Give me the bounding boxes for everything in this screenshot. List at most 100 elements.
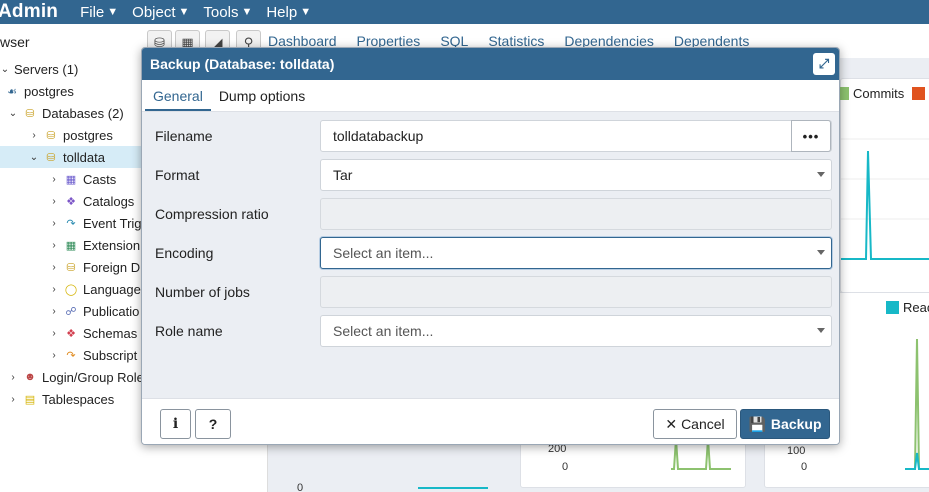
legend-reads: Reac xyxy=(886,300,929,315)
tree-item-db-postgres[interactable]: › ⛁ postgres xyxy=(29,124,113,146)
format-value: Tar xyxy=(333,167,353,183)
tree-item-servers[interactable]: ⌄ Servers (1) xyxy=(0,58,79,80)
tree-item-label: tolldata xyxy=(63,149,105,165)
menu-tools[interactable]: Tools ▼ xyxy=(203,4,252,21)
help-button[interactable]: ? xyxy=(195,409,231,439)
chevron-right-icon[interactable]: › xyxy=(29,130,39,141)
tree-item-languages[interactable]: › ◯ Language xyxy=(49,278,141,300)
row-role: Role name Select an item... xyxy=(142,315,839,349)
tree-item-label: Language xyxy=(83,281,141,297)
tree-item-server-postgres[interactable]: ☙ postgres xyxy=(4,80,74,102)
commits-series-line xyxy=(841,150,929,260)
database-icon: ⛁ xyxy=(46,151,56,164)
browse-file-button[interactable]: ••• xyxy=(791,120,831,152)
dialog-title: Backup (Database: tolldata) xyxy=(150,56,335,72)
chevron-right-icon[interactable]: › xyxy=(49,240,59,251)
menu-file[interactable]: File ▼ xyxy=(80,4,118,21)
cancel-button[interactable]: ✕ Cancel xyxy=(653,409,737,439)
tab-dump-options[interactable]: Dump options xyxy=(211,80,313,111)
tree-item-label: Event Trig xyxy=(83,215,142,231)
menu-object[interactable]: Object ▼ xyxy=(132,4,189,21)
tree-item-schemas[interactable]: › ❖ Schemas xyxy=(49,322,137,344)
menu-help[interactable]: Help ▼ xyxy=(266,4,311,21)
encoding-placeholder: Select an item... xyxy=(333,245,434,261)
chevron-right-icon[interactable]: › xyxy=(49,306,59,317)
chevron-down-icon[interactable]: ⌄ xyxy=(29,152,39,163)
caret-down-icon xyxy=(817,250,825,255)
backup-dialog: Backup (Database: tolldata) ⤢ General Du… xyxy=(141,47,840,445)
database-icon: ⛁ xyxy=(46,129,56,142)
encoding-label: Encoding xyxy=(155,245,214,261)
tab-general[interactable]: General xyxy=(145,80,211,111)
help-icon: ? xyxy=(208,416,218,432)
row-compression: Compression ratio xyxy=(142,198,839,232)
browser-label: wser xyxy=(0,34,30,50)
axis-tick-0: 0 xyxy=(562,461,569,473)
filename-label: Filename xyxy=(155,128,213,144)
tree-item-label: Foreign D xyxy=(83,259,141,275)
cancel-label: Cancel xyxy=(681,416,725,432)
chevron-right-icon[interactable]: › xyxy=(8,394,18,405)
chevron-down-icon[interactable]: ⌄ xyxy=(0,64,10,75)
filename-input[interactable]: tolldatabackup ••• xyxy=(320,120,832,152)
tree-item-label: postgres xyxy=(24,83,74,99)
caret-down-icon xyxy=(817,172,825,177)
chevron-right-icon[interactable]: › xyxy=(49,196,59,207)
extension-icon: ▦ xyxy=(65,239,77,252)
format-label: Format xyxy=(155,167,200,183)
backup-label: Backup xyxy=(770,416,822,432)
chevron-down-icon: ▼ xyxy=(241,6,253,18)
dialog-footer: i ? ✕ Cancel 💾 Backup xyxy=(142,398,839,444)
casts-icon: ▦ xyxy=(65,173,77,186)
row-encoding: Encoding Select an item... xyxy=(142,237,839,271)
tree-item-extensions[interactable]: › ▦ Extension xyxy=(49,234,140,256)
foreign-data-icon: ⛁ xyxy=(66,261,76,274)
chevron-right-icon[interactable]: › xyxy=(8,372,18,383)
tree-item-tablespaces[interactable]: › ▤ Tablespaces xyxy=(8,388,114,410)
tree-item-label: postgres xyxy=(63,127,113,143)
maximize-button[interactable]: ⤢ xyxy=(813,53,835,75)
tree-item-databases[interactable]: ⌄ ⛁ Databases (2) xyxy=(8,102,124,124)
tree-item-login-roles[interactable]: › ☻ Login/Group Role xyxy=(8,366,144,388)
format-select[interactable]: Tar xyxy=(320,159,832,191)
tree-item-event-triggers[interactable]: › ↷ Event Trig xyxy=(49,212,142,234)
reads-series-line xyxy=(905,452,929,470)
encoding-select[interactable]: Select an item... xyxy=(320,237,832,269)
bottom-chart-line xyxy=(418,487,488,489)
chevron-right-icon[interactable]: › xyxy=(49,174,59,185)
elephant-icon: ☙ xyxy=(7,85,17,98)
tree-item-label: Databases (2) xyxy=(42,105,124,121)
chevron-right-icon[interactable]: › xyxy=(49,350,59,361)
jobs-label: Number of jobs xyxy=(155,284,250,300)
tree-item-casts[interactable]: › ▦ Casts xyxy=(49,168,116,190)
chevron-right-icon[interactable]: › xyxy=(49,262,59,273)
tree-item-label: Subscript xyxy=(83,347,138,363)
tree-item-foreign-data[interactable]: › ⛁ Foreign D xyxy=(49,256,140,278)
legend-swatch-reads xyxy=(886,301,899,314)
tree-item-catalogs[interactable]: › ❖ Catalogs xyxy=(49,190,134,212)
axis-tick-100: 100 xyxy=(787,445,806,457)
compression-label: Compression ratio xyxy=(155,206,269,222)
role-select[interactable]: Select an item... xyxy=(320,315,832,347)
tree-item-label: Login/Group Role xyxy=(42,369,144,385)
chevron-right-icon[interactable]: › xyxy=(49,328,59,339)
role-label: Role name xyxy=(155,323,223,339)
more-icon: ••• xyxy=(802,128,820,144)
tree-item-label: Extension xyxy=(83,237,141,253)
tree-item-label: Servers (1) xyxy=(14,61,79,77)
legend-label: Reac xyxy=(903,300,929,315)
info-button[interactable]: i xyxy=(160,409,191,439)
chevron-down-icon[interactable]: ⌄ xyxy=(8,108,18,119)
tree-item-label: Casts xyxy=(83,171,117,187)
backup-button[interactable]: 💾 Backup xyxy=(740,409,830,439)
info-icon: i xyxy=(172,416,179,432)
language-icon: ◯ xyxy=(64,283,78,296)
tree-item-label: Catalogs xyxy=(83,193,135,209)
chevron-right-icon[interactable]: › xyxy=(49,218,59,229)
row-filename: Filename tolldatabackup ••• xyxy=(142,120,839,154)
tree-item-publications[interactable]: › ☍ Publicatio xyxy=(49,300,139,322)
chevron-right-icon[interactable]: › xyxy=(49,284,59,295)
database-icon: ⛁ xyxy=(25,107,35,120)
tree-item-subscriptions[interactable]: › ↷ Subscript xyxy=(49,344,137,366)
chart-panel-transactions: Commits xyxy=(836,78,929,293)
